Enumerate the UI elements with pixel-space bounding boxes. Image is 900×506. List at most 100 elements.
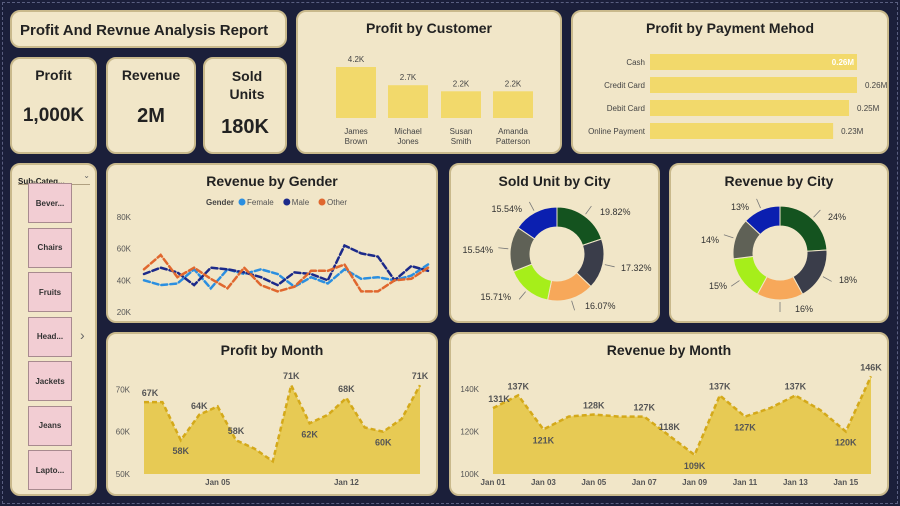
category-label: Smith: [451, 137, 471, 146]
donut-slice: [556, 206, 603, 247]
data-label: 0.26M: [832, 58, 855, 67]
data-label: 131K: [488, 394, 510, 404]
data-label: 4.2K: [348, 55, 365, 64]
chevron-right-icon[interactable]: ›: [80, 327, 85, 343]
data-label: 15.54%: [491, 204, 522, 214]
slicer-item[interactable]: Jeans: [28, 405, 72, 446]
y-tick-label: 120K: [460, 428, 479, 437]
leader-line: [756, 198, 761, 209]
data-label: 0.25M: [857, 104, 880, 113]
data-label: 146K: [860, 362, 882, 372]
data-label: 127K: [734, 423, 756, 433]
data-label: 2.2K: [453, 79, 470, 88]
category-label: Michael: [394, 127, 422, 136]
profit-by-month-card: Profit by Month 70K 60K 50K 67K 58K 64K 58K 71K…: [106, 332, 438, 496]
revenue-by-month-card: Revenue by Month 140K 120K 100K 131K 137K 121…: [449, 332, 889, 496]
slicer-item[interactable]: Lapto...: [28, 450, 72, 490]
data-label: 137K: [507, 381, 529, 391]
data-label: 2.2K: [505, 79, 522, 88]
legend-marker: [318, 198, 326, 206]
data-label: 137K: [785, 381, 807, 391]
sold-unit-by-city-chart: 19.82% 17.32% 16.07% 15.71% 15.54% 15.54%: [462, 201, 652, 311]
revenue-by-month-chart: 140K 120K 100K 131K 137K 121K 128K 127K 118K 109K…: [460, 362, 882, 487]
sold-unit-by-city-card: Sold Unit by City 19.82% 17.32% 16.07% 15.7…: [449, 163, 660, 323]
category-label: Patterson: [496, 137, 530, 146]
report-title-card: Profit And Revnue Analysis Report: [10, 10, 287, 48]
legend-marker: [238, 198, 246, 206]
profit-by-month-chart: 70K 60K 50K 67K 58K 64K 58K 71K 62K 68K 60K 71K Jan …: [116, 371, 429, 487]
legend-label: Female: [247, 198, 274, 207]
y-tick-label: 50K: [116, 470, 131, 479]
data-label: 18%: [839, 275, 857, 285]
kpi-sold-units-value: 180K: [221, 116, 269, 138]
data-label: 17.32%: [621, 263, 652, 273]
data-label: 127K: [633, 403, 655, 413]
category-label: Cash: [626, 58, 645, 67]
bar: [650, 54, 857, 70]
profit-by-payment-card: Profit by Payment Mehod Cash 0.26M Credit …: [571, 10, 889, 154]
leader-line: [528, 201, 535, 211]
revenue-by-city-card: Revenue by City 24% 18% 16% 15% 14% 13%: [669, 163, 889, 323]
bar: [441, 91, 481, 118]
category-label: Jones: [397, 137, 418, 146]
slicer-item[interactable]: Fruits: [28, 272, 72, 312]
data-label: 67K: [142, 388, 159, 398]
data-label: 137K: [709, 381, 731, 391]
slicer-item[interactable]: Jackets: [28, 361, 72, 401]
profit-by-payment-chart: Cash 0.26M Credit Card 0.26M Debit Card 0.25M…: [588, 54, 888, 139]
kpi-revenue-value: 2M: [137, 105, 165, 127]
chevron-down-icon[interactable]: ⌄: [83, 171, 90, 180]
bar: [650, 100, 850, 116]
x-tick-label: Jan 12: [334, 478, 359, 487]
data-label: 15.54%: [462, 245, 493, 255]
y-tick-label: 60K: [116, 428, 131, 437]
leader-line: [822, 276, 832, 282]
data-label: 13%: [731, 202, 749, 212]
bar: [650, 77, 857, 93]
slicer-list: Bever... Chairs Fruits Head... Jackets Jeans L…: [28, 181, 84, 493]
legend-marker: [283, 198, 291, 206]
leader-line: [813, 209, 821, 218]
data-label: 16%: [795, 304, 813, 314]
slicer-item[interactable]: Bever...: [28, 183, 72, 223]
slicer-item[interactable]: Chairs: [28, 227, 72, 268]
x-tick-label: Jan 01: [481, 478, 506, 487]
category-label: James: [344, 127, 368, 136]
x-tick-label: Jan 05: [205, 478, 230, 487]
data-label: 128K: [583, 401, 605, 411]
data-label: 16.07%: [585, 301, 616, 311]
y-tick-label: 70K: [116, 385, 131, 394]
leader-line: [518, 291, 526, 300]
legend-title: Gender: [206, 198, 234, 207]
area-fill: [493, 376, 871, 474]
kpi-revenue-card: Revenue 2M: [106, 57, 196, 154]
slicer-item[interactable]: Head...: [28, 316, 72, 357]
kpi-revenue-label: Revenue: [121, 67, 181, 83]
kpi-profit-card: Profit 1,000K: [10, 57, 97, 154]
category-label: Susan: [450, 127, 473, 136]
x-tick-label: Jan 13: [783, 478, 808, 487]
series-line: [142, 253, 430, 293]
data-label: 71K: [412, 371, 429, 381]
leader-line: [604, 264, 615, 268]
profit-by-customer-chart: 4.2K JamesBrown 2.7K MichaelJones 2.2K SusanS…: [336, 55, 533, 146]
revenue-by-gender-card: Revenue by Gender 80K 60K 40K 20K Gender Fema…: [106, 163, 438, 323]
kpi-sold-units-card: Sold Units 180K: [203, 57, 287, 154]
leader-line: [723, 234, 734, 239]
x-tick-label: Jan 07: [632, 478, 657, 487]
category-label: Debit Card: [607, 104, 645, 113]
data-label: 2.7K: [400, 73, 417, 82]
kpi-sold-units-label: Sold Units: [229, 68, 265, 102]
area-fill: [144, 385, 420, 474]
revenue-by-city-chart: 24% 18% 16% 15% 14% 13%: [701, 198, 857, 314]
subcategory-slicer[interactable]: Sub-Categ... ⌄ Bever... Chairs Fruits Head.…: [10, 163, 97, 496]
donut-slice: [779, 205, 828, 252]
kpi-profit-value: 1,000K: [22, 105, 85, 126]
data-label: 109K: [684, 461, 706, 471]
x-tick-label: Jan 03: [531, 478, 556, 487]
y-tick-label: 140K: [460, 385, 479, 394]
data-label: 58K: [173, 446, 190, 456]
data-label: 0.26M: [865, 81, 888, 90]
category-label: Amanda: [498, 127, 528, 136]
y-tick-label: 60K: [117, 245, 132, 254]
